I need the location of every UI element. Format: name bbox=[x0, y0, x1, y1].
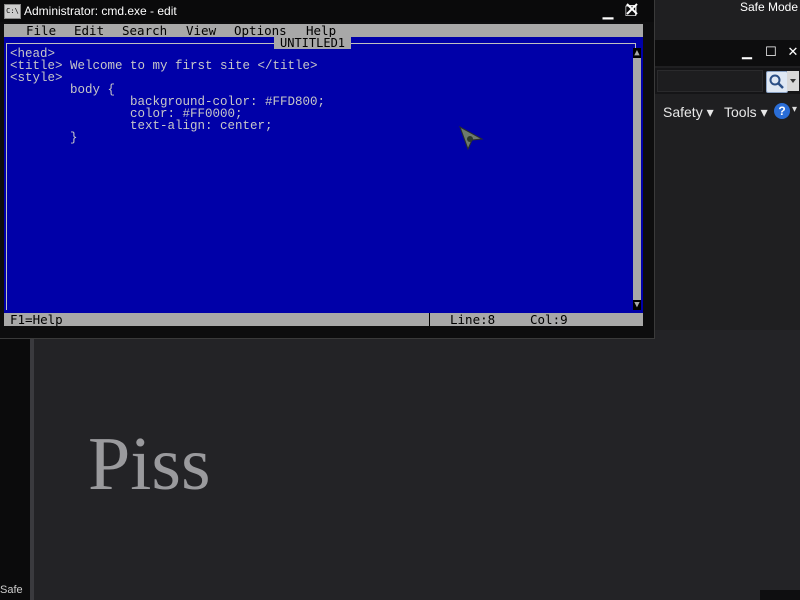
search-button[interactable] bbox=[766, 71, 788, 93]
close-button[interactable] bbox=[622, 2, 642, 20]
browser-close-button[interactable]: ✕ bbox=[784, 44, 800, 60]
help-button[interactable]: ? bbox=[774, 103, 790, 119]
cmd-icon[interactable]: C:\ bbox=[4, 4, 21, 19]
mouse-cursor-icon bbox=[458, 125, 484, 151]
chevron-down-icon bbox=[790, 79, 796, 83]
status-divider bbox=[429, 313, 430, 326]
page-heading: Piss bbox=[88, 422, 211, 506]
bottom-right-corner bbox=[760, 590, 800, 600]
safety-menu-button[interactable]: Safety ▾ bbox=[663, 104, 714, 121]
browser-minimize-button[interactable]: ▁ bbox=[738, 44, 756, 60]
vertical-scrollbar[interactable]: ▲ ▼ bbox=[633, 48, 641, 310]
code-area[interactable]: <head> <title> Welcome to my first site <… bbox=[10, 48, 325, 145]
code-line: } bbox=[10, 131, 78, 145]
search-icon bbox=[769, 74, 784, 89]
menu-file[interactable]: File bbox=[26, 24, 56, 37]
browser-maximize-button[interactable]: ☐ bbox=[762, 44, 780, 60]
menu-search[interactable]: Search bbox=[122, 24, 167, 37]
status-bar: F1=Help Line:8 Col:9 bbox=[4, 313, 643, 326]
close-icon bbox=[626, 3, 638, 15]
status-line: Line:8 bbox=[450, 312, 496, 327]
window-title: Administrator: cmd.exe - edit bbox=[24, 4, 177, 18]
help-caret-icon[interactable]: ▾ bbox=[792, 104, 797, 115]
menu-view[interactable]: View bbox=[186, 24, 216, 37]
search-box-input[interactable] bbox=[657, 70, 763, 92]
menu-options[interactable]: Options bbox=[234, 24, 287, 37]
scroll-up-icon[interactable]: ▲ bbox=[633, 48, 641, 58]
search-dropdown-button[interactable] bbox=[787, 71, 799, 91]
cmd-titlebar[interactable]: C:\ Administrator: cmd.exe - edit ▁ ❐ bbox=[0, 0, 654, 22]
status-col: Col:9 bbox=[530, 312, 568, 327]
dos-editor: File Edit Search View Options Help UNTIT… bbox=[4, 24, 643, 326]
cmd-window: C:\ Administrator: cmd.exe - edit ▁ ❐ Fi… bbox=[0, 0, 655, 339]
status-bar-text: Safe bbox=[0, 584, 23, 596]
menu-edit[interactable]: Edit bbox=[74, 24, 104, 37]
safe-mode-label: Safe Mode bbox=[739, 0, 798, 14]
tools-menu-button[interactable]: Tools ▾ bbox=[724, 104, 768, 121]
scroll-down-icon[interactable]: ▼ bbox=[633, 300, 641, 310]
status-help: F1=Help bbox=[10, 312, 63, 327]
